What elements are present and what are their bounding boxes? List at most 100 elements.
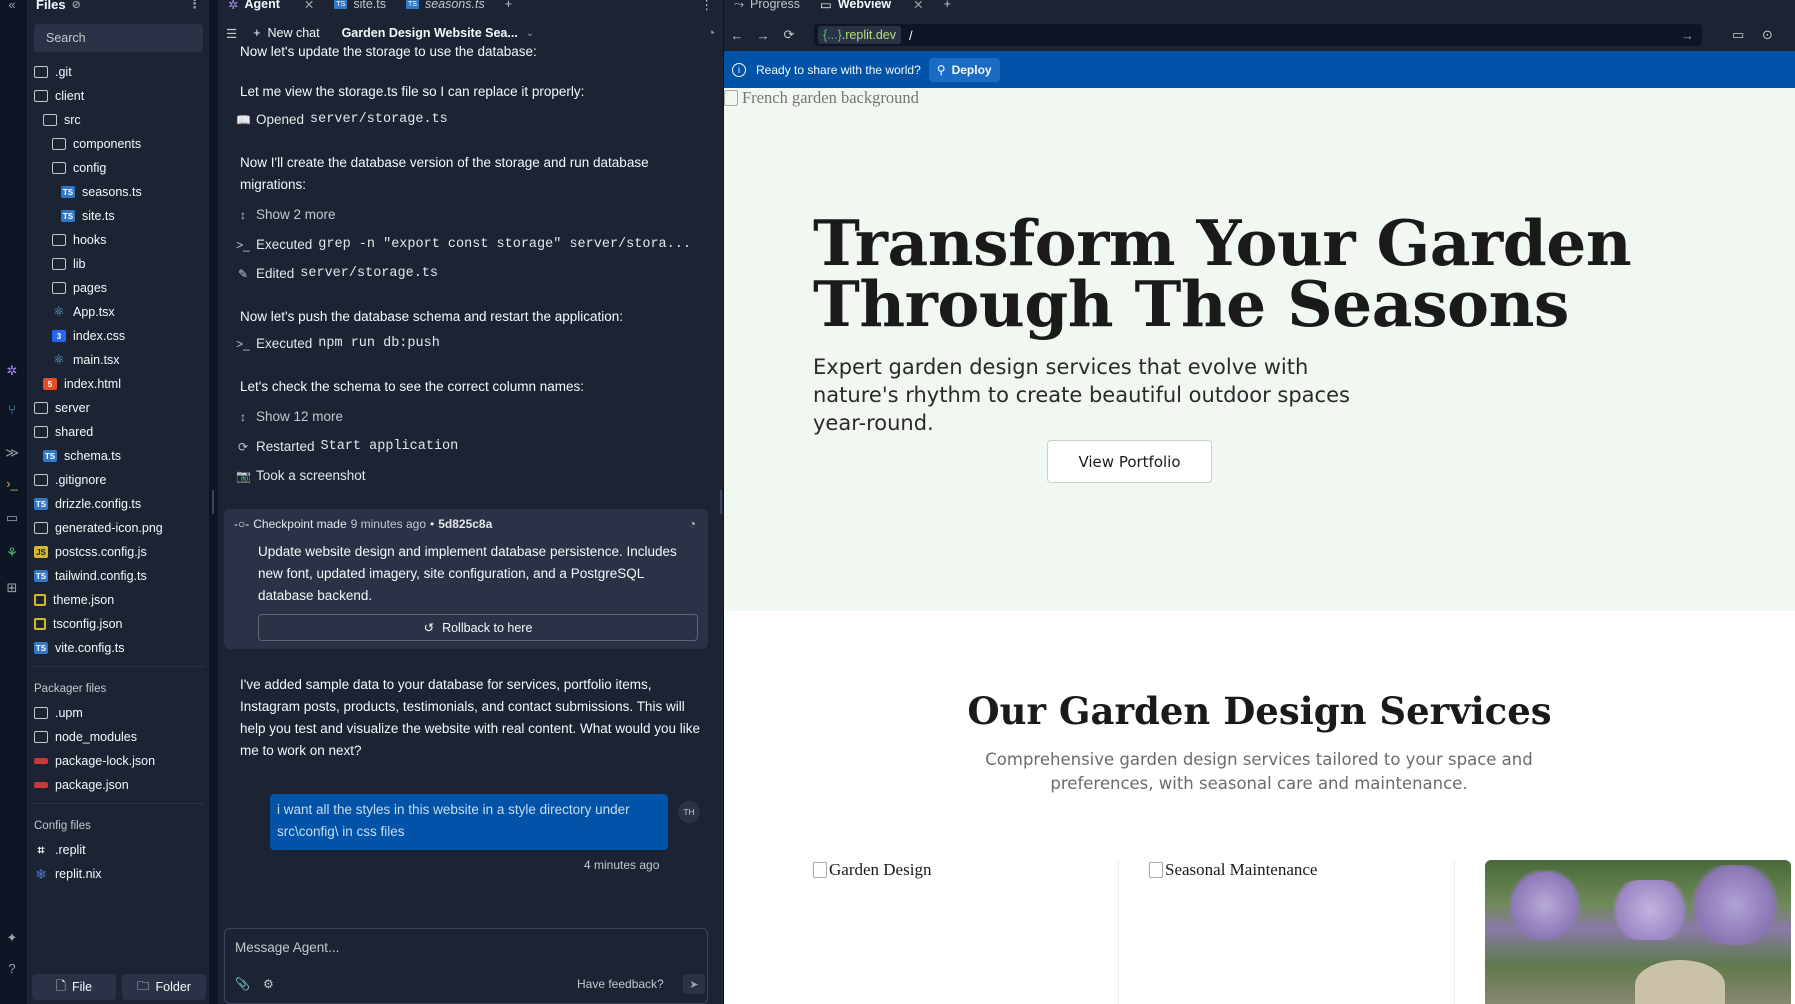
folder-item[interactable]: components xyxy=(28,132,209,156)
webview-icon[interactable]: ▭ xyxy=(2,510,22,526)
file-item[interactable]: JS postcss.config.js xyxy=(28,540,209,564)
avatar[interactable]: TH xyxy=(678,801,700,823)
open-external-icon[interactable]: ⊙ xyxy=(1762,27,1773,43)
show-more-label: Show 2 more xyxy=(256,207,336,222)
checkpoint-hash[interactable]: 5d825c8a xyxy=(438,517,492,531)
collapse-icon[interactable]: « xyxy=(2,0,22,12)
domain-chip[interactable]: {...}.replit.dev xyxy=(818,26,901,44)
action-opened[interactable]: 📖 Opened server/storage.ts xyxy=(236,112,448,127)
sparkle-icon[interactable]: ✦ xyxy=(2,930,22,946)
file-item[interactable]: ❄ replit.nix xyxy=(28,862,209,886)
typescript-icon: TS xyxy=(61,210,75,222)
show-more-button[interactable]: ↕ Show 12 more xyxy=(236,409,343,424)
tab-site-ts[interactable]: TS site.ts xyxy=(324,0,396,11)
folder-item[interactable]: config xyxy=(28,156,209,180)
address-input[interactable]: {...}.replit.dev / → xyxy=(814,24,1702,46)
kebab-menu-icon[interactable]: ⋮ xyxy=(188,0,201,12)
devtools-icon[interactable]: ▭ xyxy=(1732,27,1744,43)
action-executed[interactable]: >_ Executed npm run db:push xyxy=(236,336,440,351)
tab-progress[interactable]: ⤳ Progress xyxy=(724,0,810,12)
add-tab-button[interactable]: + xyxy=(934,0,961,11)
folder-item[interactable]: lib xyxy=(28,252,209,276)
file-item[interactable]: TS drizzle.config.ts xyxy=(28,492,209,516)
chevron-down-icon[interactable]: ⌄ xyxy=(526,28,534,39)
usage-gauge-icon[interactable]: ◔ xyxy=(707,26,715,40)
files-resize-handle[interactable] xyxy=(212,490,214,514)
shell-icon[interactable]: ›_ xyxy=(2,475,22,491)
file-item[interactable]: TS seasons.ts xyxy=(28,180,209,204)
agent-icon[interactable]: ✲ xyxy=(2,363,22,379)
folder-item[interactable]: hooks xyxy=(28,228,209,252)
go-icon[interactable]: → xyxy=(1681,28,1694,43)
action-screenshot[interactable]: 📷 Took a screenshot xyxy=(236,468,366,483)
file-item[interactable]: TS schema.ts xyxy=(28,444,209,468)
folder-item[interactable]: .upm xyxy=(28,701,209,725)
file-item[interactable]: package-lock.json xyxy=(28,749,209,773)
file-item[interactable]: TS tailwind.config.ts xyxy=(28,564,209,588)
file-item[interactable]: 5 index.html xyxy=(28,372,209,396)
view-portfolio-button[interactable]: View Portfolio xyxy=(1047,440,1212,483)
service-card-photo[interactable] xyxy=(1485,860,1791,1004)
message-input[interactable]: Message Agent... xyxy=(235,940,339,955)
add-tab-button[interactable]: + xyxy=(495,0,522,11)
workflow-icon[interactable]: ≫ xyxy=(2,445,22,461)
send-icon[interactable]: ➤ xyxy=(683,974,705,994)
new-chat-button[interactable]: + New chat xyxy=(253,26,319,40)
tools-grid-icon[interactable]: ⊞ xyxy=(2,580,22,596)
typescript-icon: TS xyxy=(34,570,48,582)
file-item[interactable]: TS vite.config.ts xyxy=(28,636,209,660)
folder-item[interactable]: node_modules xyxy=(28,725,209,749)
tab-webview[interactable]: ▭ Webview ✕ xyxy=(810,0,934,12)
file-item[interactable]: tsconfig.json xyxy=(28,612,209,636)
file-name: index.html xyxy=(64,377,121,391)
kebab-menu-icon[interactable]: ⋮ xyxy=(691,0,724,12)
forward-icon[interactable]: → xyxy=(750,28,776,43)
message-composer[interactable]: Message Agent... 📎 ⚙ Have feedback? ➤ xyxy=(224,928,708,1004)
help-icon[interactable]: ? xyxy=(2,960,22,976)
paperclip-icon[interactable]: 📎 xyxy=(235,977,250,991)
file-item[interactable]: ⌗ .replit xyxy=(28,838,209,862)
file-item[interactable]: theme.json xyxy=(28,588,209,612)
request-consultation-button[interactable]: Request Consultation xyxy=(831,452,991,470)
file-item[interactable]: TS site.ts xyxy=(28,204,209,228)
book-icon: 📖 xyxy=(236,112,251,127)
file-item[interactable]: generated-icon.png xyxy=(28,516,209,540)
files-search-input[interactable]: Search xyxy=(34,24,203,52)
tab-agent[interactable]: ✲ Agent ✕ xyxy=(218,0,324,12)
tab-seasons-ts[interactable]: TS seasons.ts xyxy=(396,0,495,11)
show-more-button[interactable]: ↕ Show 2 more xyxy=(236,207,336,222)
action-edited[interactable]: ✎ Edited server/storage.ts xyxy=(236,266,438,281)
agent-panel: ✲ Agent ✕ TS site.ts TS seasons.ts + ⋮ ☰… xyxy=(218,0,723,1004)
folder-item[interactable]: src xyxy=(28,108,209,132)
folder-item[interactable]: client xyxy=(28,84,209,108)
close-icon[interactable]: ✕ xyxy=(913,0,923,12)
folder-item[interactable]: .git xyxy=(28,60,209,84)
git-icon[interactable]: ⑂ xyxy=(2,401,22,417)
action-executed[interactable]: >_ Executed grep -n "export const storage"… xyxy=(236,237,691,252)
chat-title[interactable]: Garden Design Website Sea... xyxy=(342,26,518,40)
feedback-link[interactable]: Have feedback? xyxy=(577,977,664,991)
back-icon[interactable]: ← xyxy=(724,28,750,43)
agent-resize-handle[interactable] xyxy=(720,490,722,514)
database-icon[interactable]: ⚘ xyxy=(2,545,22,561)
file-item[interactable]: .gitignore xyxy=(28,468,209,492)
reload-icon[interactable]: ⟳ xyxy=(776,27,802,43)
new-folder-button[interactable]: 🗀 Folder xyxy=(122,974,206,1000)
folder-item[interactable]: shared xyxy=(28,420,209,444)
chat-history-icon[interactable]: ☰ xyxy=(226,26,237,41)
close-icon[interactable]: ✕ xyxy=(304,0,314,12)
action-restarted[interactable]: ⟳ Restarted Start application xyxy=(236,439,458,454)
file-item[interactable]: 3 index.css xyxy=(28,324,209,348)
file-item[interactable]: package.json xyxy=(28,773,209,797)
settings-icon[interactable]: ⚙ xyxy=(263,977,274,991)
folder-item[interactable]: server xyxy=(28,396,209,420)
file-item[interactable]: ⚛ main.tsx xyxy=(28,348,209,372)
new-file-button[interactable]: 🗋 File xyxy=(32,974,116,1000)
file-item[interactable]: ⚛ App.tsx xyxy=(28,300,209,324)
usage-gauge-icon[interactable]: ◔ xyxy=(689,517,696,531)
service-card-seasonal-maintenance[interactable]: Seasonal Maintenance xyxy=(1149,860,1455,1004)
folder-item[interactable]: pages xyxy=(28,276,209,300)
service-card-garden-design[interactable]: Garden Design xyxy=(813,860,1119,1004)
deploy-button[interactable]: ⚲ Deploy xyxy=(928,57,1000,82)
rollback-button[interactable]: ↺ Rollback to here xyxy=(258,614,698,641)
